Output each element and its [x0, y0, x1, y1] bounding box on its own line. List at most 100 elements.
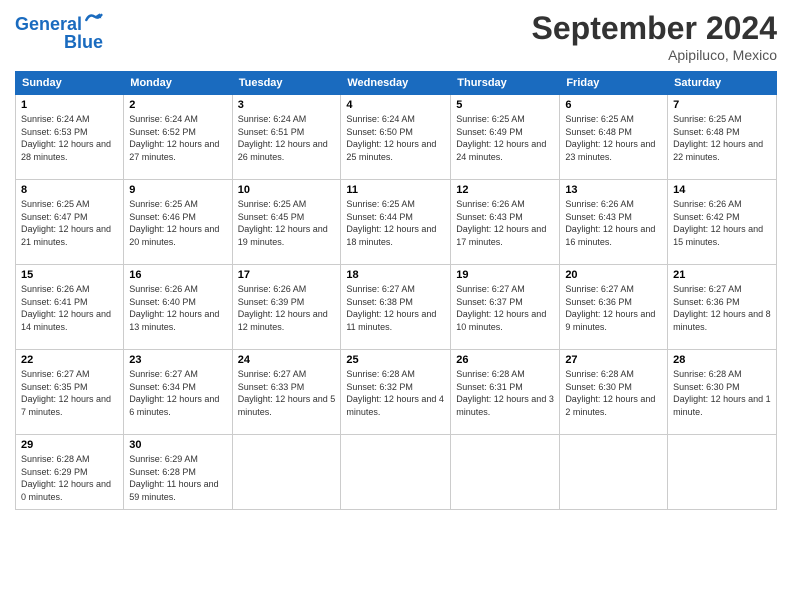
calendar-header-row: Sunday Monday Tuesday Wednesday Thursday…	[16, 72, 777, 95]
table-row: 4 Sunrise: 6:24 AMSunset: 6:50 PMDaylight…	[341, 95, 451, 180]
table-row: 28Sunrise: 6:28 AMSunset: 6:30 PMDayligh…	[668, 350, 777, 435]
day-number: 10	[238, 184, 336, 196]
day-number: 16	[129, 269, 226, 281]
day-info: Sunrise: 6:25 AMSunset: 6:44 PMDaylight:…	[346, 198, 445, 248]
table-row	[560, 435, 668, 510]
day-number: 4	[346, 99, 445, 111]
header: General Blue September 2024 Apipiluco, M…	[15, 10, 777, 63]
calendar-week-row: 22 Sunrise: 6:27 AMSunset: 6:35 PMDayligh…	[16, 350, 777, 435]
table-row: 7 Sunrise: 6:25 AMSunset: 6:48 PMDaylight…	[668, 95, 777, 180]
day-info: Sunrise: 6:27 AMSunset: 6:36 PMDaylight:…	[565, 283, 662, 333]
day-number: 7	[673, 99, 771, 111]
calendar-table: Sunday Monday Tuesday Wednesday Thursday…	[15, 71, 777, 510]
logo-icon	[83, 10, 103, 30]
col-tuesday: Tuesday	[232, 72, 341, 95]
table-row: 5 Sunrise: 6:25 AMSunset: 6:49 PMDaylight…	[451, 95, 560, 180]
col-sunday: Sunday	[16, 72, 124, 95]
day-number: 23	[129, 354, 226, 366]
table-row: 12 Sunrise: 6:26 AMSunset: 6:43 PMDayligh…	[451, 180, 560, 265]
col-thursday: Thursday	[451, 72, 560, 95]
day-number: 13	[565, 184, 662, 196]
page-container: General Blue September 2024 Apipiluco, M…	[0, 0, 792, 520]
table-row	[341, 435, 451, 510]
day-number: 1	[21, 99, 118, 111]
day-info: Sunrise: 6:27 AMSunset: 6:37 PMDaylight:…	[456, 283, 554, 333]
table-row: 1 Sunrise: 6:24 AMSunset: 6:53 PMDaylight…	[16, 95, 124, 180]
day-number: 18	[346, 269, 445, 281]
day-info: Sunrise: 6:25 AMSunset: 6:48 PMDaylight:…	[673, 113, 771, 163]
day-info: Sunrise: 6:25 AMSunset: 6:49 PMDaylight:…	[456, 113, 554, 163]
day-info: Sunrise: 6:24 AMSunset: 6:53 PMDaylight:…	[21, 113, 118, 163]
day-info: Sunrise: 6:24 AMSunset: 6:50 PMDaylight:…	[346, 113, 445, 163]
table-row: 14Sunrise: 6:26 AMSunset: 6:42 PMDayligh…	[668, 180, 777, 265]
table-row	[232, 435, 341, 510]
day-number: 11	[346, 184, 445, 196]
calendar-week-row: 15 Sunrise: 6:26 AMSunset: 6:41 PMDayligh…	[16, 265, 777, 350]
table-row: 15 Sunrise: 6:26 AMSunset: 6:41 PMDayligh…	[16, 265, 124, 350]
table-row: 19Sunrise: 6:27 AMSunset: 6:37 PMDayligh…	[451, 265, 560, 350]
day-info: Sunrise: 6:26 AMSunset: 6:40 PMDaylight:…	[129, 283, 226, 333]
title-area: September 2024 Apipiluco, Mexico	[532, 10, 777, 63]
day-info: Sunrise: 6:26 AMSunset: 6:39 PMDaylight:…	[238, 283, 336, 333]
table-row: 20Sunrise: 6:27 AMSunset: 6:36 PMDayligh…	[560, 265, 668, 350]
day-info: Sunrise: 6:28 AMSunset: 6:30 PMDaylight:…	[565, 368, 662, 418]
day-number: 3	[238, 99, 336, 111]
day-info: Sunrise: 6:28 AMSunset: 6:30 PMDaylight:…	[673, 368, 771, 418]
table-row: 29 Sunrise: 6:28 AMSunset: 6:29 PMDayligh…	[16, 435, 124, 510]
table-row: 8Sunrise: 6:25 AMSunset: 6:47 PMDaylight…	[16, 180, 124, 265]
day-info: Sunrise: 6:27 AMSunset: 6:36 PMDaylight:…	[673, 283, 771, 333]
day-info: Sunrise: 6:27 AMSunset: 6:35 PMDaylight:…	[21, 368, 118, 418]
calendar-week-row: 8Sunrise: 6:25 AMSunset: 6:47 PMDaylight…	[16, 180, 777, 265]
table-row: 21 Sunrise: 6:27 AMSunset: 6:36 PMDayligh…	[668, 265, 777, 350]
calendar-week-row: 29 Sunrise: 6:28 AMSunset: 6:29 PMDayligh…	[16, 435, 777, 510]
logo-text: General	[15, 15, 82, 33]
table-row: 17 Sunrise: 6:26 AMSunset: 6:39 PMDayligh…	[232, 265, 341, 350]
day-number: 6	[565, 99, 662, 111]
day-info: Sunrise: 6:28 AMSunset: 6:32 PMDaylight:…	[346, 368, 445, 418]
table-row: 30Sunrise: 6:29 AMSunset: 6:28 PMDayligh…	[124, 435, 232, 510]
day-info: Sunrise: 6:28 AMSunset: 6:29 PMDaylight:…	[21, 453, 118, 503]
col-friday: Friday	[560, 72, 668, 95]
month-title: September 2024	[532, 10, 777, 47]
day-number: 15	[21, 269, 118, 281]
day-number: 24	[238, 354, 336, 366]
day-number: 27	[565, 354, 662, 366]
table-row: 2 Sunrise: 6:24 AMSunset: 6:52 PMDaylight…	[124, 95, 232, 180]
day-number: 17	[238, 269, 336, 281]
logo: General Blue	[15, 15, 103, 51]
table-row: 23 Sunrise: 6:27 AMSunset: 6:34 PMDayligh…	[124, 350, 232, 435]
day-info: Sunrise: 6:29 AMSunset: 6:28 PMDaylight:…	[129, 453, 226, 503]
table-row: 6Sunrise: 6:25 AMSunset: 6:48 PMDaylight…	[560, 95, 668, 180]
day-number: 21	[673, 269, 771, 281]
table-row: 18Sunrise: 6:27 AMSunset: 6:38 PMDayligh…	[341, 265, 451, 350]
day-info: Sunrise: 6:26 AMSunset: 6:43 PMDaylight:…	[565, 198, 662, 248]
day-info: Sunrise: 6:24 AMSunset: 6:52 PMDaylight:…	[129, 113, 226, 163]
day-info: Sunrise: 6:27 AMSunset: 6:34 PMDaylight:…	[129, 368, 226, 418]
table-row	[668, 435, 777, 510]
day-info: Sunrise: 6:26 AMSunset: 6:41 PMDaylight:…	[21, 283, 118, 333]
col-wednesday: Wednesday	[341, 72, 451, 95]
table-row: 13 Sunrise: 6:26 AMSunset: 6:43 PMDayligh…	[560, 180, 668, 265]
day-info: Sunrise: 6:25 AMSunset: 6:46 PMDaylight:…	[129, 198, 226, 248]
day-info: Sunrise: 6:25 AMSunset: 6:45 PMDaylight:…	[238, 198, 336, 248]
col-saturday: Saturday	[668, 72, 777, 95]
day-number: 9	[129, 184, 226, 196]
day-number: 22	[21, 354, 118, 366]
day-info: Sunrise: 6:28 AMSunset: 6:31 PMDaylight:…	[456, 368, 554, 418]
table-row	[451, 435, 560, 510]
table-row: 24 Sunrise: 6:27 AMSunset: 6:33 PMDayligh…	[232, 350, 341, 435]
day-number: 29	[21, 439, 118, 451]
day-info: Sunrise: 6:26 AMSunset: 6:43 PMDaylight:…	[456, 198, 554, 248]
day-number: 26	[456, 354, 554, 366]
table-row: 11 Sunrise: 6:25 AMSunset: 6:44 PMDayligh…	[341, 180, 451, 265]
day-info: Sunrise: 6:25 AMSunset: 6:47 PMDaylight:…	[21, 198, 118, 248]
day-number: 2	[129, 99, 226, 111]
location: Apipiluco, Mexico	[532, 47, 777, 63]
day-info: Sunrise: 6:27 AMSunset: 6:33 PMDaylight:…	[238, 368, 336, 418]
day-info: Sunrise: 6:24 AMSunset: 6:51 PMDaylight:…	[238, 113, 336, 163]
day-number: 5	[456, 99, 554, 111]
col-monday: Monday	[124, 72, 232, 95]
table-row: 25Sunrise: 6:28 AMSunset: 6:32 PMDayligh…	[341, 350, 451, 435]
day-number: 12	[456, 184, 554, 196]
table-row: 16 Sunrise: 6:26 AMSunset: 6:40 PMDayligh…	[124, 265, 232, 350]
